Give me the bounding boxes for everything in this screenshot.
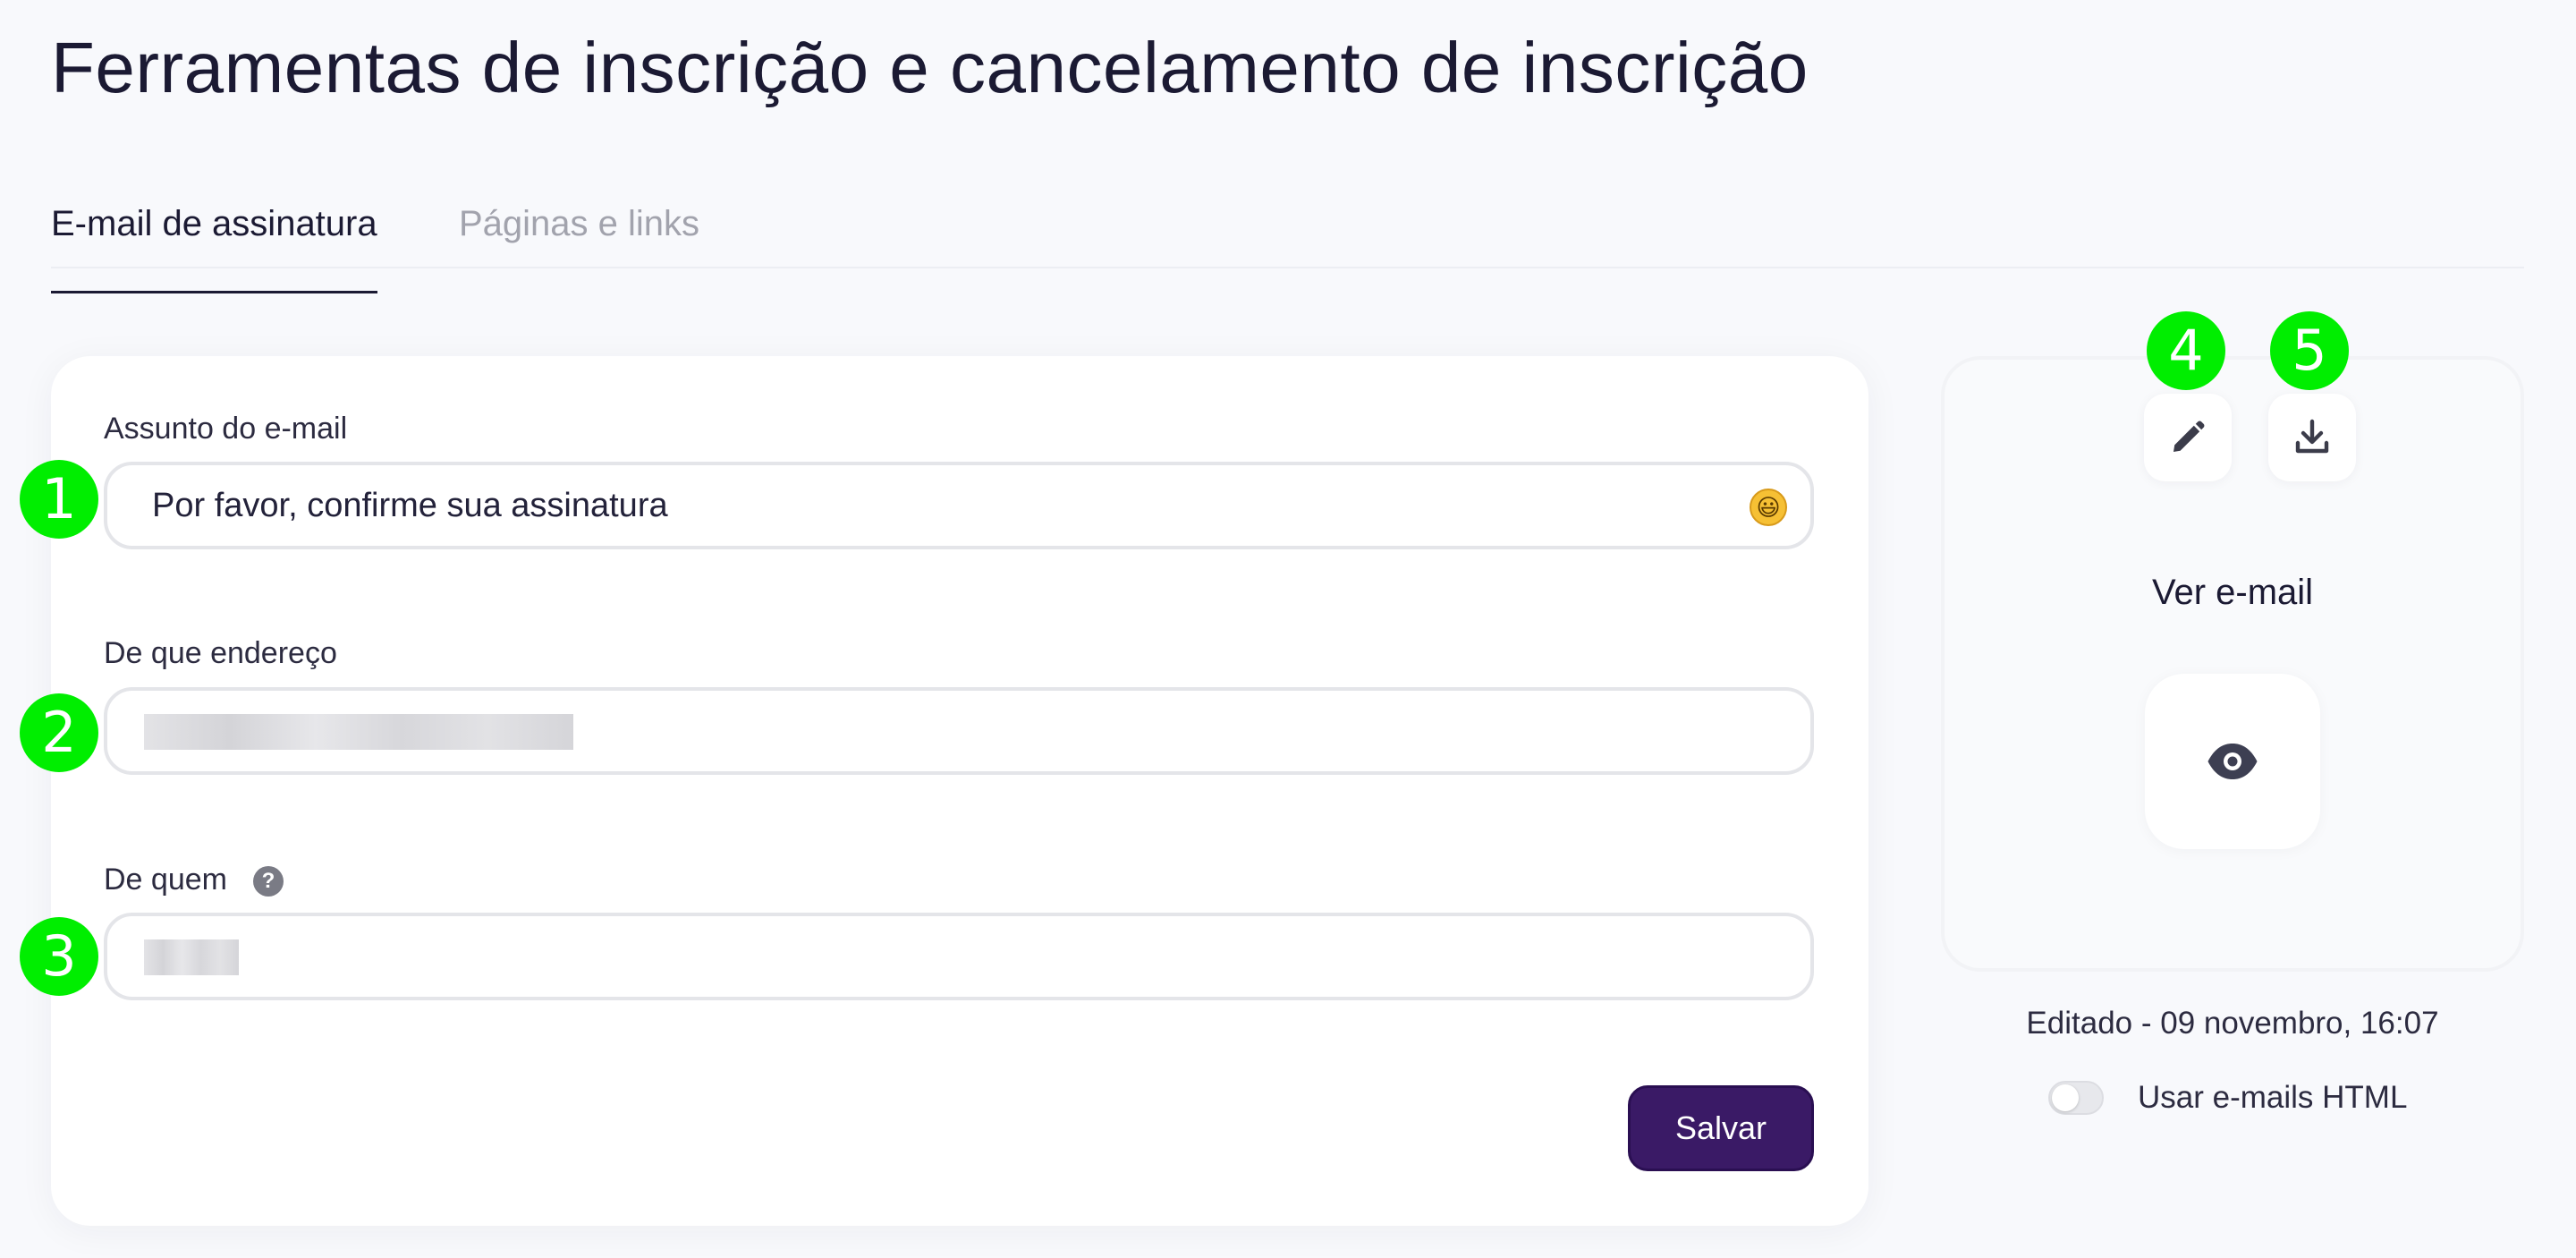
edit-email-button[interactable] [2144, 394, 2232, 481]
view-email-button[interactable] [2145, 674, 2320, 849]
last-edited-text: Editado - 09 novembro, 16:07 [2026, 1006, 2439, 1041]
subject-label: Assunto do e-mail [104, 412, 348, 446]
from-address-input[interactable] [104, 687, 1814, 775]
html-emails-label: Usar e-mails HTML [2138, 1080, 2408, 1115]
email-preview-card [1941, 356, 2524, 972]
pencil-icon [2174, 421, 2205, 452]
toggle-knob [2052, 1084, 2079, 1111]
download-email-button[interactable] [2268, 394, 2356, 481]
eye-icon [2207, 744, 2258, 779]
annotation-marker-4: 4 [2147, 311, 2225, 390]
page-title: Ferramentas de inscrição e cancelamento … [51, 28, 1809, 107]
redacted-value [144, 714, 573, 750]
annotation-marker-5: 5 [2270, 311, 2349, 390]
view-email-label: Ver e-mail [2151, 573, 2314, 612]
annotation-marker-1: 1 [20, 460, 98, 539]
save-button[interactable]: Salvar [1628, 1085, 1814, 1171]
annotation-marker-3: 3 [20, 917, 98, 996]
tab-subscription-email[interactable]: E-mail de assinatura [51, 204, 377, 293]
subject-input[interactable]: Por favor, confirme sua assinatura 😃 [104, 462, 1814, 549]
html-emails-toggle[interactable] [2048, 1081, 2104, 1115]
annotation-marker-2: 2 [20, 693, 98, 772]
emoji-picker-icon[interactable]: 😃 [1750, 489, 1787, 526]
tab-bar: E-mail de assinatura Páginas e links [51, 179, 2524, 293]
help-icon[interactable]: ? [253, 866, 284, 897]
from-address-label: De que endereço [104, 636, 337, 670]
redacted-value [144, 939, 239, 975]
download-icon [2295, 419, 2329, 454]
from-name-input[interactable] [104, 913, 1814, 1000]
email-settings-card: Assunto do e-mail Por favor, confirme su… [51, 356, 1868, 1226]
from-name-label: De quem [104, 863, 227, 897]
tab-pages-and-links[interactable]: Páginas e links [459, 204, 699, 262]
subject-value: Por favor, confirme sua assinatura [152, 487, 668, 524]
